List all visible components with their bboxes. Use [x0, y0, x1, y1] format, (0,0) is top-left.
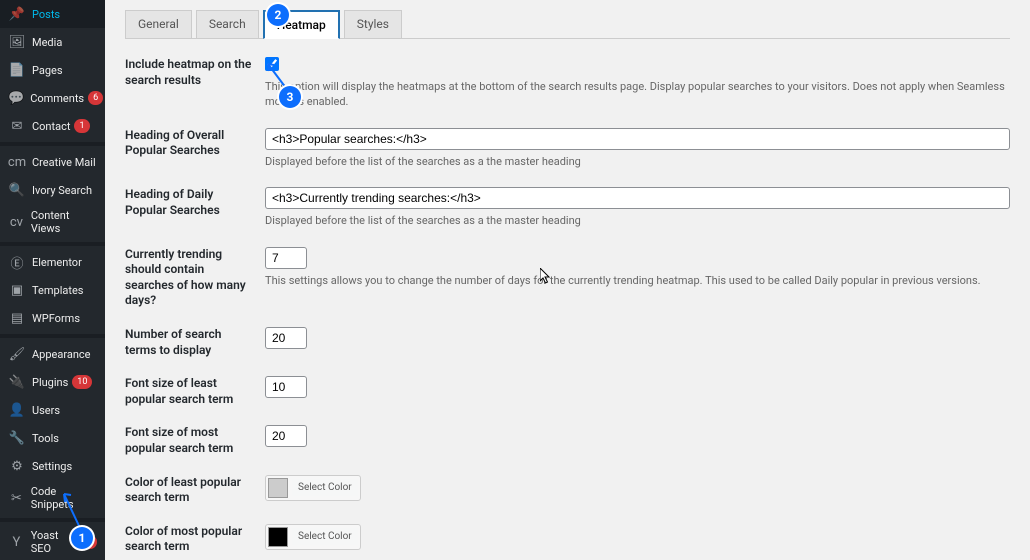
content-views-icon: cv — [8, 213, 25, 231]
sidebar-item-appearance[interactable]: 🖌 Appearance — [0, 340, 105, 368]
sidebar-item-tools[interactable]: 🔧 Tools — [0, 424, 105, 452]
label-font-least: Font size of least popular search term — [125, 376, 265, 407]
swatch-most — [268, 527, 288, 547]
main-content: GeneralSearchHeatmapStyles Include heatm… — [105, 0, 1030, 560]
sidebar-item-label: Comments — [30, 92, 84, 105]
admin-sidebar: 📌 Posts 🖼 Media 📄 Pages 💬 Comments 6 ✉ Contact 1 cm C… — [0, 0, 105, 560]
sidebar-item-label: Creative Mail — [32, 156, 96, 169]
select-color-least-btn[interactable]: Select Color — [292, 479, 358, 496]
sidebar-item-label: Code Snippets — [31, 485, 97, 511]
media-icon: 🖼 — [8, 33, 26, 51]
annotation-1: 1 — [71, 527, 93, 549]
badge: 6 — [88, 91, 103, 105]
badge: 10 — [72, 375, 92, 389]
sidebar-item-label: Users — [32, 404, 60, 417]
sidebar-item-plugins[interactable]: 🔌 Plugins 10 — [0, 368, 105, 396]
tab-search[interactable]: Search — [196, 10, 259, 38]
sidebar-item-settings[interactable]: ⚙ Settings — [0, 452, 105, 480]
sidebar-item-comments[interactable]: 💬 Comments 6 — [0, 84, 105, 112]
code-snippets-icon: ✂ — [8, 489, 25, 507]
label-heading-overall: Heading of Overall Popular Searches — [125, 128, 265, 159]
sidebar-item-label: Content Views — [31, 209, 97, 235]
input-heading-overall[interactable] — [265, 128, 1010, 150]
comments-icon: 💬 — [8, 89, 24, 107]
sidebar-item-label: WPForms — [32, 312, 80, 325]
label-color-most: Color of most popular search term — [125, 524, 265, 555]
sidebar-item-label: Tools — [32, 432, 59, 445]
ivory-search-icon: 🔍 — [8, 181, 26, 199]
sidebar-item-elementor[interactable]: Ⓔ Elementor — [0, 248, 105, 276]
annotation-2: 2 — [267, 4, 289, 26]
sidebar-item-posts[interactable]: 📌 Posts — [0, 0, 105, 28]
sidebar-item-label: Templates — [32, 284, 83, 297]
desc-heading-overall: Displayed before the list of the searche… — [265, 154, 1010, 169]
annotation-3: 3 — [279, 86, 301, 108]
sidebar-item-creative-mail[interactable]: cm Creative Mail — [0, 148, 105, 176]
contact-icon: ✉ — [8, 117, 26, 135]
pages-icon: 📄 — [8, 61, 26, 79]
tab-general[interactable]: General — [125, 10, 192, 38]
label-font-most: Font size of most popular search term — [125, 425, 265, 456]
sidebar-item-label: Settings — [32, 460, 72, 473]
desc-trending-days: This settings allows you to change the n… — [265, 273, 1010, 288]
tab-styles[interactable]: Styles — [344, 10, 402, 38]
sidebar-item-ivory-search[interactable]: 🔍 Ivory Search — [0, 176, 105, 204]
label-include-heatmap: Include heatmap on the search results — [125, 57, 265, 88]
sidebar-item-users[interactable]: 👤 Users — [0, 396, 105, 424]
plugins-icon: 🔌 — [8, 373, 26, 391]
settings-icon: ⚙ — [8, 457, 26, 475]
sidebar-item-label: Pages — [32, 64, 63, 77]
elementor-icon: Ⓔ — [8, 253, 26, 271]
input-heading-daily[interactable] — [265, 187, 1010, 209]
wpforms-icon: ▤ — [8, 309, 26, 327]
templates-icon: ▣ — [8, 281, 26, 299]
input-trending-days[interactable] — [265, 247, 307, 269]
tab-bar: GeneralSearchHeatmapStyles — [125, 10, 1010, 39]
swatch-least — [268, 478, 288, 498]
desc-include-heatmap: This option will display the heatmaps at… — [265, 79, 1010, 110]
sidebar-item-label: Elementor — [32, 256, 82, 269]
sidebar-item-label: Plugins — [32, 376, 68, 389]
sidebar-item-pages[interactable]: 📄 Pages — [0, 56, 105, 84]
sidebar-item-templates[interactable]: ▣ Templates — [0, 276, 105, 304]
label-trending-days: Currently trending should contain search… — [125, 247, 265, 309]
sidebar-item-label: Appearance — [32, 348, 91, 361]
input-num-terms[interactable] — [265, 327, 307, 349]
select-color-most-btn[interactable]: Select Color — [292, 528, 358, 545]
label-num-terms: Number of search terms to display — [125, 327, 265, 358]
sidebar-item-label: Media — [32, 36, 62, 49]
sidebar-item-contact[interactable]: ✉ Contact 1 — [0, 112, 105, 140]
appearance-icon: 🖌 — [8, 345, 26, 363]
input-font-least[interactable] — [265, 376, 307, 398]
yoast-seo-icon: Y — [8, 533, 25, 551]
desc-heading-daily: Displayed before the list of the searche… — [265, 213, 1010, 228]
color-picker-most[interactable]: Select Color — [265, 524, 361, 550]
sidebar-item-label: Ivory Search — [32, 184, 92, 197]
badge: 1 — [74, 119, 89, 133]
tools-icon: 🔧 — [8, 429, 26, 447]
sidebar-item-content-views[interactable]: cv Content Views — [0, 204, 105, 240]
label-heading-daily: Heading of Daily Popular Searches — [125, 187, 265, 218]
settings-form: Include heatmap on the search results Th… — [125, 57, 1010, 560]
sidebar-item-code-snippets[interactable]: ✂ Code Snippets — [0, 480, 105, 516]
sidebar-item-wpforms[interactable]: ▤ WPForms — [0, 304, 105, 332]
checkbox-include-heatmap[interactable] — [265, 57, 279, 71]
cursor-icon — [540, 268, 552, 288]
users-icon: 👤 — [8, 401, 26, 419]
sidebar-item-label: Contact — [32, 120, 70, 133]
creative-mail-icon: cm — [8, 153, 26, 171]
sidebar-item-label: Posts — [32, 8, 60, 21]
input-font-most[interactable] — [265, 425, 307, 447]
sidebar-item-media[interactable]: 🖼 Media — [0, 28, 105, 56]
color-picker-least[interactable]: Select Color — [265, 475, 361, 501]
posts-icon: 📌 — [8, 5, 26, 23]
label-color-least: Color of least popular search term — [125, 475, 265, 506]
